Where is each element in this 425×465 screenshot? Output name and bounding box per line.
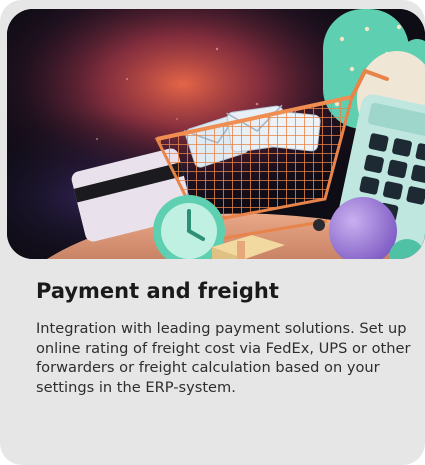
illustration-svg [7,9,425,259]
hero-illustration [7,9,425,259]
payment-freight-card[interactable]: Payment and freight Integration with lea… [0,0,425,465]
card-description: Integration with leading payment solutio… [36,320,411,396]
card-title: Payment and freight [36,279,279,303]
